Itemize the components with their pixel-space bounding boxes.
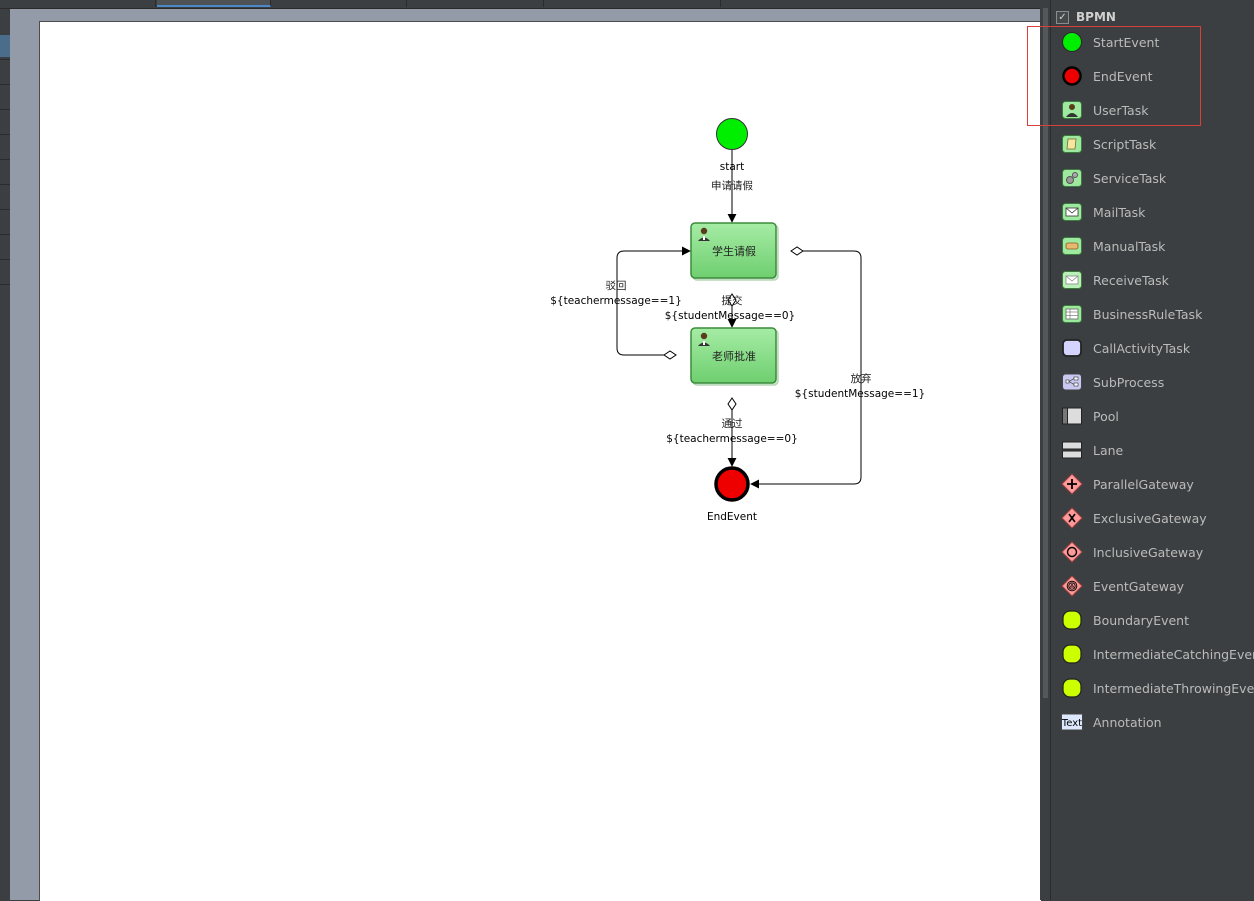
mail-task-icon: [1061, 201, 1083, 223]
end-event-label: EndEvent: [707, 511, 757, 523]
palette-item-pool[interactable]: Pool: [1061, 404, 1119, 428]
flow-pass-label: 通过: [722, 417, 743, 430]
end-event[interactable]: [714, 466, 750, 502]
palette-item-label: MailTask: [1093, 204, 1146, 220]
palette-item-subprocess[interactable]: SubProcess: [1061, 370, 1164, 394]
palette-item-end-event[interactable]: EndEvent: [1061, 64, 1153, 88]
palette-item-label: EventGateway: [1093, 578, 1185, 594]
flow-abandon-diamond[interactable]: [790, 246, 804, 256]
inclusive-gateway-icon: [1061, 541, 1083, 563]
call-activity-task-icon: [1061, 337, 1083, 359]
flow-reject-label: 驳回: [606, 280, 627, 292]
palette-item-label: BusinessRuleTask: [1093, 306, 1203, 322]
vertical-scrollbar[interactable]: [1043, 8, 1048, 698]
task-student-label: 学生请假: [712, 244, 756, 258]
palette-item-label: IntermediateThrowingEvent: [1093, 680, 1254, 696]
palette-item-mail-task[interactable]: MailTask: [1061, 200, 1145, 224]
flow-pass-diamond[interactable]: [727, 397, 737, 411]
flow-submit-condition: ${studentMessage==0}: [665, 310, 795, 322]
palette-item-label: ParallelGateway: [1093, 476, 1194, 492]
palette-item-label: IntermediateCatchingEvent: [1093, 646, 1254, 662]
palette-item-label: Annotation: [1093, 714, 1162, 730]
manual-task-icon: [1061, 235, 1083, 257]
palette-item-receive-task[interactable]: ReceiveTask: [1061, 268, 1169, 292]
service-task-icon: [1061, 167, 1083, 189]
parallel-gateway-icon: [1061, 473, 1083, 495]
palette-item-intermediate-throwing-event[interactable]: IntermediateThrowingEvent: [1061, 676, 1254, 700]
start-event-icon: [1061, 31, 1083, 53]
receive-task-icon: [1061, 269, 1083, 291]
palette-item-label: EndEvent: [1093, 68, 1153, 84]
pool-icon: [1061, 405, 1083, 427]
palette-item-parallel-gateway[interactable]: ParallelGateway: [1061, 472, 1194, 496]
palette-checkbox[interactable]: ✓: [1056, 10, 1069, 24]
flow-apply-label: 申请请假: [711, 179, 753, 192]
flow-abandon-label: 放弃: [851, 372, 872, 385]
palette-header[interactable]: ✓ BPMN: [1056, 8, 1116, 26]
svg-text:Text: Text: [1061, 718, 1082, 729]
flow-abandon-condition: ${studentMessage==1}: [795, 388, 925, 400]
palette-item-label: CallActivityTask: [1093, 340, 1191, 356]
bpmn-palette: ✓ BPMN StartEvent EndEvent UserTask Scri…: [1050, 0, 1254, 900]
palette-item-intermediate-catching-event[interactable]: IntermediateCatchingEvent: [1061, 642, 1254, 666]
subprocess-icon: [1061, 371, 1083, 393]
flow-submit-label: 提交: [722, 294, 743, 307]
palette-item-label: Lane: [1093, 442, 1124, 458]
palette-item-label: ExclusiveGateway: [1093, 510, 1207, 526]
annotation-icon: Text: [1061, 711, 1083, 733]
palette-item-business-rule-task[interactable]: BusinessRuleTask: [1061, 302, 1202, 326]
intermediate-catching-event-icon: [1061, 643, 1083, 665]
panel-divider[interactable]: [1040, 0, 1050, 900]
palette-item-label: ScriptTask: [1093, 136, 1157, 152]
palette-item-annotation[interactable]: Text Annotation: [1061, 710, 1162, 734]
exclusive-gateway-icon: [1061, 507, 1083, 529]
palette-item-label: SubProcess: [1093, 374, 1165, 390]
palette-item-service-task[interactable]: ServiceTask: [1061, 166, 1166, 190]
end-event-icon: [1061, 65, 1083, 87]
palette-item-inclusive-gateway[interactable]: InclusiveGateway: [1061, 540, 1203, 564]
palette-item-label: ServiceTask: [1093, 170, 1167, 186]
event-gateway-icon: [1061, 575, 1083, 597]
palette-title: BPMN: [1076, 10, 1116, 24]
user-task-icon: [1061, 99, 1083, 121]
flow-reject-condition: ${teachermessage==1}: [550, 295, 682, 307]
intermediate-throwing-event-icon: [1061, 677, 1083, 699]
palette-item-exclusive-gateway[interactable]: ExclusiveGateway: [1061, 506, 1207, 530]
palette-item-label: StartEvent: [1093, 34, 1160, 50]
flow-pass-condition: ${teachermessage==0}: [666, 433, 798, 445]
palette-item-script-task[interactable]: ScriptTask: [1061, 132, 1156, 156]
palette-item-label: ReceiveTask: [1093, 272, 1169, 288]
palette-item-user-task[interactable]: UserTask: [1061, 98, 1148, 122]
palette-item-lane[interactable]: Lane: [1061, 438, 1123, 462]
flow-reject-diamond[interactable]: [663, 350, 677, 360]
palette-item-call-activity-task[interactable]: CallActivityTask: [1061, 336, 1190, 360]
palette-item-label: InclusiveGateway: [1093, 544, 1204, 560]
palette-item-boundary-event[interactable]: BoundaryEvent: [1061, 608, 1189, 632]
palette-item-label: UserTask: [1093, 102, 1149, 118]
palette-item-label: ManualTask: [1093, 238, 1166, 254]
palette-item-start-event[interactable]: StartEvent: [1061, 30, 1159, 54]
lane-icon: [1061, 439, 1083, 461]
palette-item-event-gateway[interactable]: EventGateway: [1061, 574, 1184, 598]
task-teacher-label: 老师批准: [712, 349, 756, 363]
boundary-event-icon: [1061, 609, 1083, 631]
script-task-icon: [1061, 133, 1083, 155]
palette-item-label: BoundaryEvent: [1093, 612, 1190, 628]
palette-item-manual-task[interactable]: ManualTask: [1061, 234, 1165, 258]
palette-item-label: Pool: [1093, 408, 1119, 424]
business-rule-task-icon: [1061, 303, 1083, 325]
start-event[interactable]: [716, 118, 748, 150]
